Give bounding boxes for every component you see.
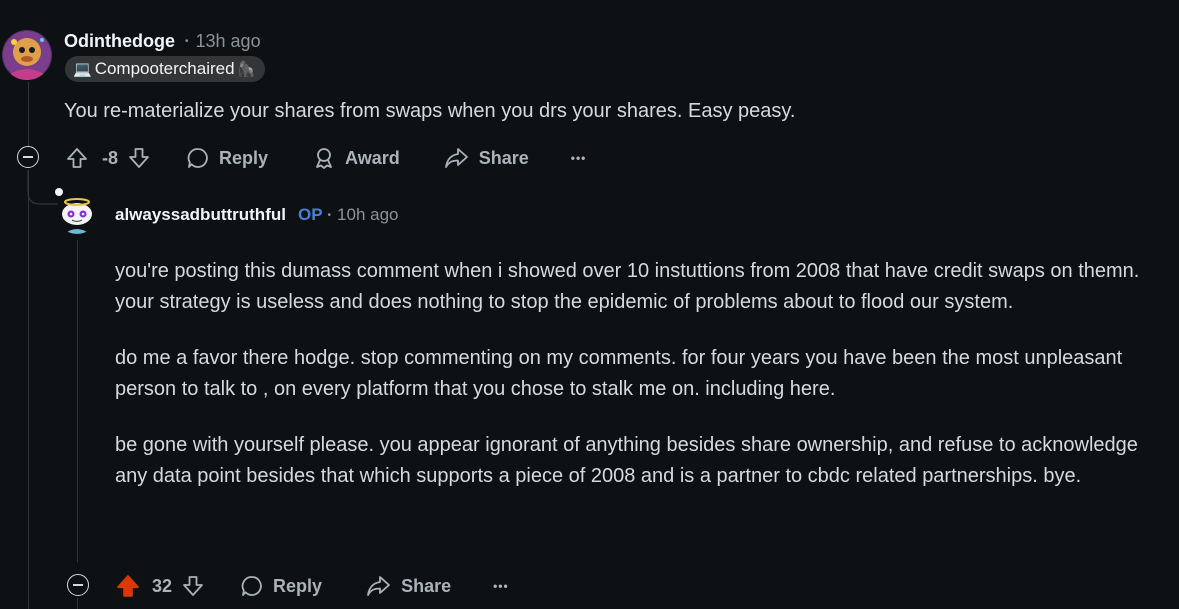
award-icon: [316, 148, 332, 169]
reply-button[interactable]: Reply: [240, 574, 322, 598]
downvote-button[interactable]: [128, 147, 150, 169]
timestamp[interactable]: 13h ago: [196, 31, 261, 52]
share-button[interactable]: Share: [366, 574, 451, 598]
upvote-icon: [67, 148, 87, 168]
parent-meta: Odinthedoge • 13h ago: [64, 29, 261, 53]
reply-thread-line[interactable]: [77, 240, 78, 562]
comment-paragraph: you're posting this dumass comment when …: [115, 260, 1140, 313]
separator-dot: •: [327, 209, 332, 221]
upvote-icon: [117, 575, 139, 597]
comment-paragraph: be gone with yourself please. you appear…: [115, 434, 1138, 487]
username[interactable]: Odinthedoge: [64, 31, 175, 52]
upvote-button[interactable]: [66, 147, 88, 169]
more-options-button[interactable]: •••: [493, 579, 509, 593]
downvote-icon: [129, 148, 149, 168]
share-button[interactable]: Share: [444, 146, 529, 170]
parent-thread-line-lower[interactable]: [28, 170, 29, 609]
share-label: Share: [401, 575, 452, 596]
gorilla-icon: 🦍: [236, 61, 256, 78]
separator-dot: •: [185, 35, 189, 47]
parent-actions: -8 Reply Award Share •••: [66, 144, 586, 172]
share-label: Share: [478, 147, 529, 168]
laptop-icon: 💻: [73, 61, 92, 78]
downvote-icon: [183, 576, 203, 596]
collapse-button[interactable]: [67, 574, 89, 596]
comment-paragraph: You re-materialize your shares from swap…: [64, 100, 796, 122]
reply-label: Reply: [273, 575, 323, 596]
reply-button[interactable]: Reply: [186, 146, 268, 170]
avatar[interactable]: [2, 30, 52, 80]
flair-text: Compooterchaired: [94, 59, 235, 78]
vote-score: 32: [152, 575, 173, 596]
comment-body: You re-materialize your shares from swap…: [64, 96, 1164, 127]
downvote-button[interactable]: [182, 575, 204, 597]
comment-thread: Odinthedoge • 13h ago 💻 Compooterchaired…: [0, 0, 1179, 609]
comment-icon: [187, 148, 208, 168]
reply-meta: alwayssadbuttruthful OP • 10h ago: [115, 203, 399, 227]
more-options-button[interactable]: •••: [571, 151, 587, 165]
more-icon: •••: [570, 151, 587, 165]
reply-actions: 32 Reply Share •••: [116, 572, 509, 600]
collapse-button[interactable]: [17, 146, 39, 168]
timestamp[interactable]: 10h ago: [337, 205, 398, 225]
award-label: Award: [345, 147, 400, 168]
parent-thread-line[interactable]: [28, 82, 29, 146]
upvote-button[interactable]: [116, 574, 140, 598]
share-icon: [367, 576, 390, 596]
username[interactable]: alwayssadbuttruthful: [115, 205, 286, 225]
op-badge: OP: [297, 205, 323, 224]
share-icon: [444, 148, 468, 168]
reply-thread-line-lower[interactable]: [77, 598, 78, 609]
more-icon: •••: [493, 579, 509, 593]
comment-body: you're posting this dumass comment when …: [115, 256, 1165, 492]
comment-icon: [241, 576, 262, 596]
user-flair: 💻 Compooterchaired 🦍: [65, 56, 266, 82]
comment-paragraph: do me a favor there hodge. stop commenti…: [115, 347, 1123, 400]
avatar[interactable]: [56, 192, 98, 234]
vote-score: -8: [102, 147, 119, 168]
award-button[interactable]: Award: [312, 146, 400, 170]
online-indicator: [55, 188, 63, 196]
reply-label: Reply: [219, 147, 269, 168]
